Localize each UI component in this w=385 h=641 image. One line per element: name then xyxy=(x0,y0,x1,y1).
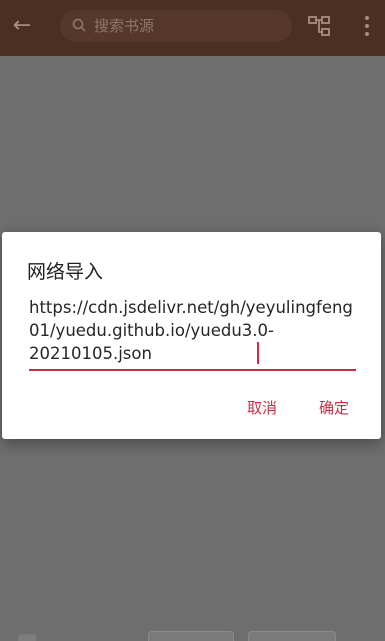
confirm-button[interactable]: 确定 xyxy=(319,396,349,420)
network-import-dialog: 网络导入 https://cdn.jsdelivr.net/gh/yeyulin… xyxy=(2,232,381,439)
text-cursor xyxy=(257,342,259,364)
search-icon xyxy=(72,18,86,32)
search-placeholder: 搜索书源 xyxy=(94,17,155,35)
bottom-action-button[interactable] xyxy=(248,631,336,641)
app-bar: ← 搜索书源 xyxy=(0,0,385,56)
bottom-checkbox[interactable] xyxy=(18,634,36,641)
url-input[interactable]: https://cdn.jsdelivr.net/gh/yeyulingfeng… xyxy=(29,296,357,370)
back-button[interactable]: ← xyxy=(8,10,36,42)
tree-group-icon[interactable] xyxy=(307,14,331,38)
cancel-button[interactable]: 取消 xyxy=(247,396,277,420)
search-box[interactable]: 搜索书源 xyxy=(60,10,292,42)
more-vert-icon[interactable] xyxy=(359,14,375,38)
bottom-action-button[interactable] xyxy=(148,631,234,641)
input-underline xyxy=(29,369,356,371)
dialog-title: 网络导入 xyxy=(27,261,104,283)
arrow-back-icon: ← xyxy=(12,13,32,38)
